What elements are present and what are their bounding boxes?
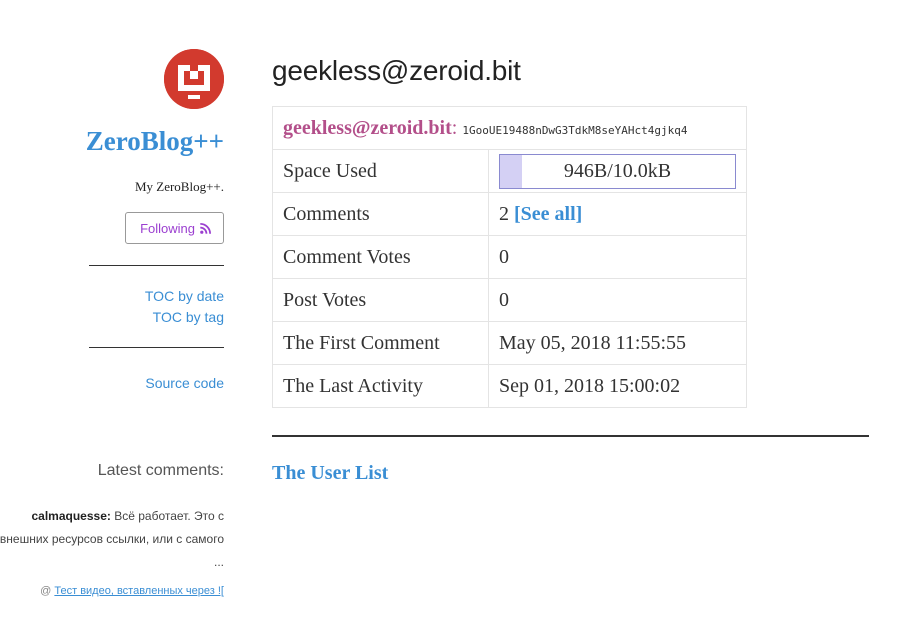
- sidebar-divider: [89, 265, 224, 266]
- post-votes-label: Post Votes: [272, 278, 489, 322]
- last-activity-label: The Last Activity: [272, 364, 489, 408]
- last-activity-value: Sep 01, 2018 15:00:02: [488, 364, 747, 408]
- comments-label: Comments: [272, 192, 489, 236]
- space-used-bar: 946B/10.0kB: [499, 153, 736, 189]
- space-used-fill: [500, 154, 523, 188]
- header-colon: :: [451, 116, 458, 139]
- toc-by-tag-link[interactable]: TOC by tag: [153, 309, 224, 325]
- table-header-row: geekless@zeroid.bit: 1GooUE19488nDwG3Tdk…: [272, 106, 747, 150]
- comment-post-ref: @ Тест видео, вставленных через ![: [40, 585, 224, 597]
- table-row: Comment Votes 0: [272, 235, 747, 279]
- blog-description: My ZeroBlog++.: [134, 179, 224, 194]
- latest-comment: calmaquesse: Всё работает. Это с внешних…: [0, 505, 224, 574]
- space-used-value: 946B/10.0kB: [563, 159, 672, 182]
- at-symbol: @: [40, 585, 52, 597]
- table-header-cell: geekless@zeroid.bit: 1GooUE19488nDwG3Tdk…: [272, 106, 747, 150]
- user-list-link[interactable]: The User List: [272, 462, 388, 485]
- comment-votes-value: 0: [488, 235, 747, 279]
- table-row: The Last Activity Sep 01, 2018 15:00:02: [272, 364, 747, 408]
- comment-post-link[interactable]: Тест видео, вставленных через ![: [54, 585, 224, 597]
- comment-author[interactable]: calmaquesse:: [31, 509, 110, 523]
- first-comment-label: The First Comment: [272, 321, 489, 365]
- user-address: 1GooUE19488nDwG3TdkM8seYAHct4gjkq4: [462, 123, 688, 137]
- rss-icon: [200, 222, 211, 234]
- comments-cell: 2 [See all]: [488, 192, 747, 236]
- see-all-comments-link[interactable]: [See all]: [514, 203, 582, 225]
- user-info-table: geekless@zeroid.bit: 1GooUE19488nDwG3Tdk…: [272, 106, 747, 408]
- avatar: [164, 49, 224, 109]
- table-row: The First Comment May 05, 2018 11:55:55: [272, 321, 747, 365]
- comments-count: 2: [499, 202, 509, 225]
- space-used-label: Space Used: [272, 149, 489, 193]
- post-votes-value: 0: [488, 278, 747, 322]
- space-used-cell: 946B/10.0kB: [488, 149, 747, 193]
- follow-button-label: Following: [140, 220, 195, 236]
- main-divider: [272, 435, 869, 437]
- avatar-identicon-icon: [164, 49, 224, 109]
- blog-title[interactable]: ZeroBlog++: [86, 126, 224, 157]
- latest-comments-heading: Latest comments:: [97, 462, 224, 479]
- first-comment-value: May 05, 2018 11:55:55: [488, 321, 747, 365]
- user-id-name: geekless@zeroid.bit: [283, 116, 452, 139]
- source-code-link[interactable]: Source code: [145, 375, 224, 391]
- table-row: Post Votes 0: [272, 278, 747, 322]
- toc-by-date-link[interactable]: TOC by date: [145, 288, 224, 304]
- sidebar: ZeroBlog++ My ZeroBlog++. Following TOC …: [0, 0, 230, 622]
- sidebar-divider: [89, 347, 224, 348]
- table-row: Space Used 946B/10.0kB: [272, 149, 747, 193]
- comment-votes-label: Comment Votes: [272, 235, 489, 279]
- page-title: geekless@zeroid.bit: [272, 55, 521, 86]
- table-row: Comments 2 [See all]: [272, 192, 747, 236]
- follow-button[interactable]: Following: [125, 212, 224, 244]
